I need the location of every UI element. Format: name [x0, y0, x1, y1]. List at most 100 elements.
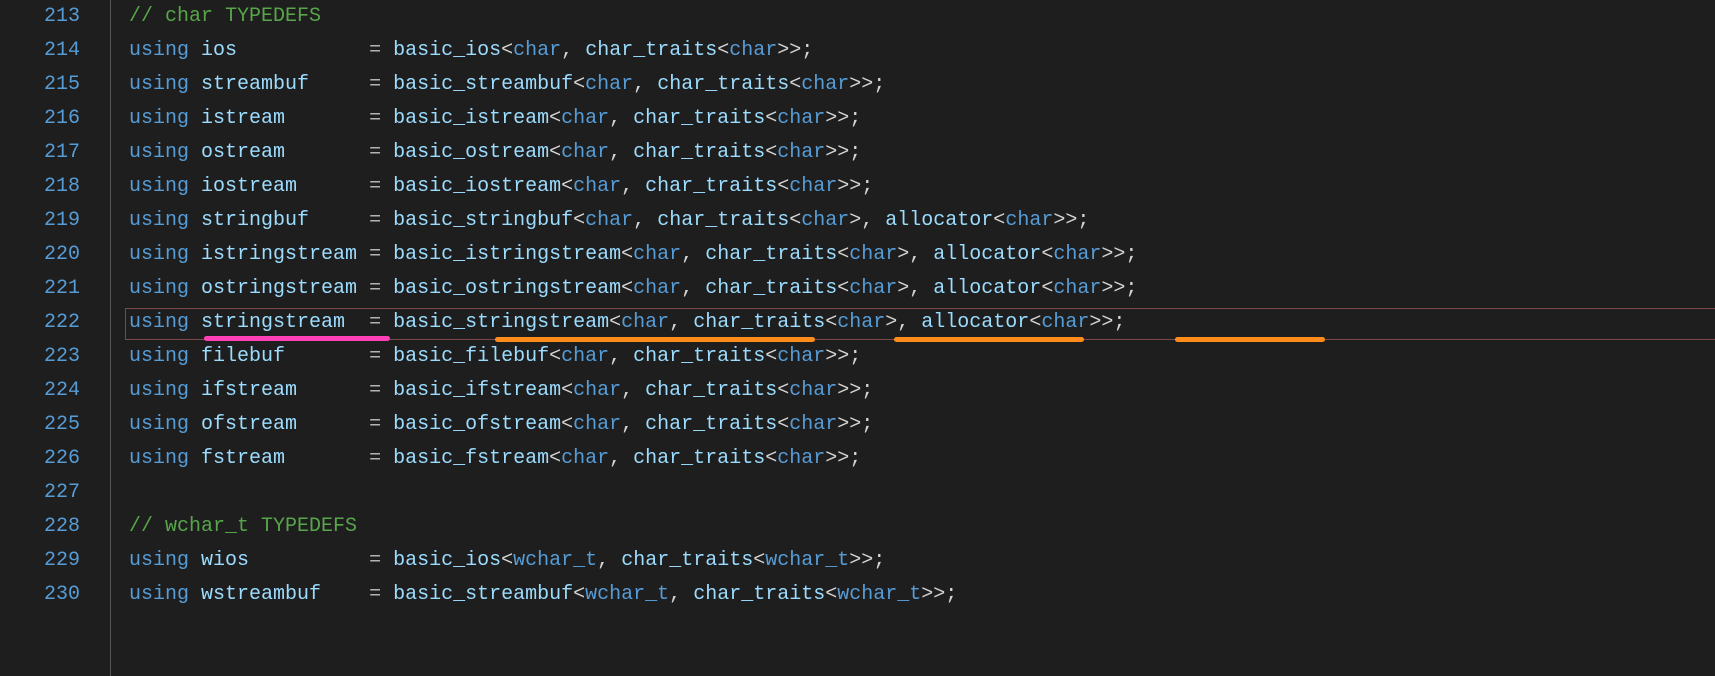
code-token: char_traits	[633, 447, 765, 470]
code-token: ios	[201, 39, 237, 62]
code-token: <	[1041, 277, 1053, 300]
code-token	[381, 107, 393, 130]
code-token: <	[765, 141, 777, 164]
line-number: 213	[0, 0, 80, 34]
code-token: basic_filebuf	[393, 345, 549, 368]
code-token: <	[561, 379, 573, 402]
code-token: stringbuf	[201, 209, 309, 232]
code-token: using	[129, 39, 189, 62]
code-token: char_traits	[633, 345, 765, 368]
code-token: ostringstream	[201, 277, 357, 300]
code-token: basic_streambuf	[393, 583, 573, 606]
code-token: // char TYPEDEFS	[129, 5, 321, 28]
code-token: <	[837, 277, 849, 300]
line-number: 220	[0, 238, 80, 272]
code-token: <	[573, 209, 585, 232]
code-token: =	[369, 209, 381, 232]
code-token	[381, 447, 393, 470]
code-line[interactable]: using ofstream = basic_ofstream<char, ch…	[129, 408, 1715, 442]
code-token	[381, 549, 393, 572]
code-token: istringstream	[201, 243, 357, 266]
code-line[interactable]: // char TYPEDEFS	[129, 0, 1715, 34]
code-token: char_traits	[645, 379, 777, 402]
code-token: using	[129, 379, 189, 402]
line-number: 225	[0, 408, 80, 442]
code-token: =	[369, 345, 381, 368]
code-token: ,	[621, 379, 645, 402]
code-token	[189, 583, 201, 606]
code-line[interactable]: using filebuf = basic_filebuf<char, char…	[129, 340, 1715, 374]
code-line[interactable]: using iostream = basic_iostream<char, ch…	[129, 170, 1715, 204]
code-token	[189, 447, 201, 470]
code-token: using	[129, 141, 189, 164]
code-token: =	[369, 311, 381, 334]
code-token: char_traits	[633, 107, 765, 130]
code-token: ,	[621, 175, 645, 198]
line-number: 229	[0, 544, 80, 578]
code-token: basic_ios	[393, 39, 501, 62]
code-token	[381, 209, 393, 232]
code-token: >,	[885, 311, 921, 334]
code-token: using	[129, 107, 189, 130]
code-line[interactable]: using istringstream = basic_istringstrea…	[129, 238, 1715, 272]
code-line[interactable]: using stringbuf = basic_stringbuf<char, …	[129, 204, 1715, 238]
code-line[interactable]: using fstream = basic_fstream<char, char…	[129, 442, 1715, 476]
code-line[interactable]: using stringstream = basic_stringstream<…	[129, 306, 1715, 340]
code-token: <	[549, 447, 561, 470]
code-token	[285, 345, 369, 368]
code-token	[345, 311, 369, 334]
code-token: >>;	[1053, 209, 1089, 232]
code-token: char	[1041, 311, 1089, 334]
code-token: char	[585, 209, 633, 232]
code-token: >>;	[921, 583, 957, 606]
code-token: >,	[897, 277, 933, 300]
code-content-area[interactable]: // char TYPEDEFSusing ios = basic_ios<ch…	[110, 0, 1715, 676]
code-token	[381, 243, 393, 266]
code-token: >>;	[837, 379, 873, 402]
code-token: >>;	[849, 549, 885, 572]
code-token	[321, 583, 369, 606]
code-token	[381, 73, 393, 96]
code-token	[285, 447, 369, 470]
code-line[interactable]: using ostringstream = basic_ostringstrea…	[129, 272, 1715, 306]
code-token: char	[777, 345, 825, 368]
code-token	[357, 277, 369, 300]
code-line[interactable]: using ios = basic_ios<char, char_traits<…	[129, 34, 1715, 68]
code-line[interactable]: using istream = basic_istream<char, char…	[129, 102, 1715, 136]
code-token: >,	[849, 209, 885, 232]
code-token: streambuf	[201, 73, 309, 96]
code-token	[381, 277, 393, 300]
code-token: char	[801, 73, 849, 96]
code-token: >>;	[777, 39, 813, 62]
code-line[interactable]: using ostream = basic_ostream<char, char…	[129, 136, 1715, 170]
code-token: ,	[597, 549, 621, 572]
code-token: <	[501, 549, 513, 572]
line-number: 228	[0, 510, 80, 544]
code-line[interactable]: // wchar_t TYPEDEFS	[129, 510, 1715, 544]
code-token: ,	[609, 141, 633, 164]
code-token: wstreambuf	[201, 583, 321, 606]
code-token: <	[549, 107, 561, 130]
code-token	[189, 107, 201, 130]
code-line[interactable]: using streambuf = basic_streambuf<char, …	[129, 68, 1715, 102]
code-token: ,	[621, 413, 645, 436]
line-number: 215	[0, 68, 80, 102]
code-token: char	[573, 413, 621, 436]
code-editor[interactable]: 2132142152162172182192202212222232242252…	[0, 0, 1715, 676]
code-line[interactable]: using wstreambuf = basic_streambuf<wchar…	[129, 578, 1715, 612]
code-line[interactable]: using ifstream = basic_ifstream<char, ch…	[129, 374, 1715, 408]
code-token: iostream	[201, 175, 297, 198]
line-number: 230	[0, 578, 80, 612]
code-token: basic_fstream	[393, 447, 549, 470]
code-line[interactable]	[129, 476, 1715, 510]
code-token: <	[621, 277, 633, 300]
code-token: ,	[633, 209, 657, 232]
code-line[interactable]: using wios = basic_ios<wchar_t, char_tra…	[129, 544, 1715, 578]
code-token: basic_ios	[393, 549, 501, 572]
code-token: char_traits	[621, 549, 753, 572]
code-token	[189, 175, 201, 198]
code-token: wchar_t	[585, 583, 669, 606]
code-token: >>;	[825, 447, 861, 470]
code-token: ,	[561, 39, 585, 62]
code-token: basic_ofstream	[393, 413, 561, 436]
